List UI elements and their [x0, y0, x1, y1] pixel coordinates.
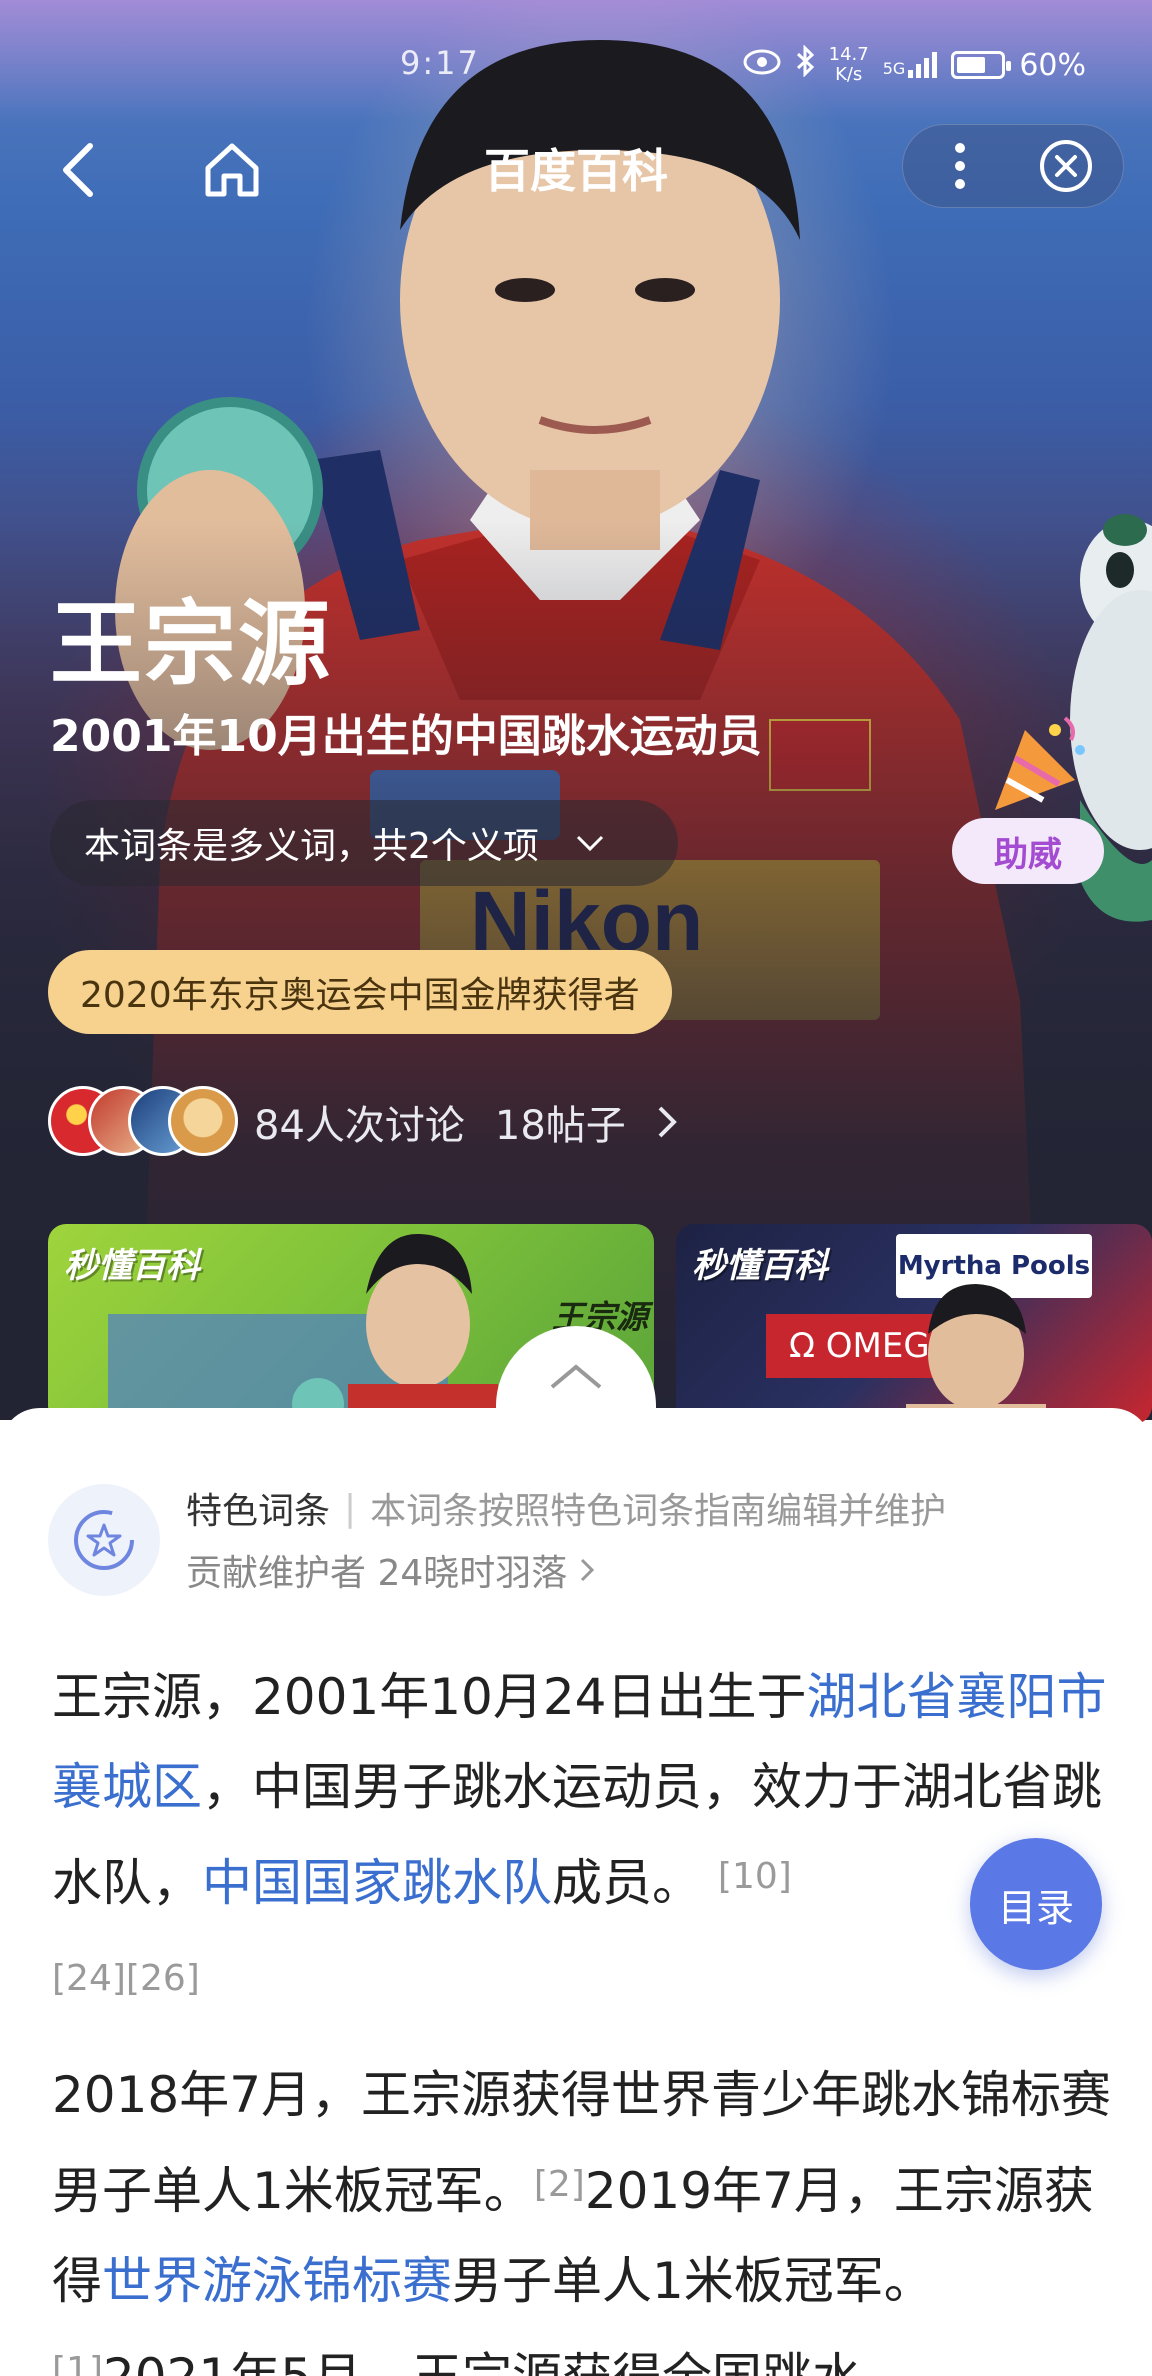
network-speed: 14.7 K/s	[828, 44, 869, 85]
cheer-button[interactable]: 助威	[952, 818, 1104, 884]
more-button[interactable]	[930, 128, 990, 204]
posts-count: 18帖子	[494, 1103, 626, 1149]
featured-entry-info: 特色词条 | 本词条按照特色词条指南编辑并维护	[186, 1482, 946, 1534]
signal-icon: 5G	[883, 52, 938, 78]
status-bar: 14.7 K/s 5G 60%	[743, 40, 1086, 90]
battery-icon	[951, 51, 1012, 79]
summary-paragraph: 王宗源，2001年10月24日出生于湖北省襄阳市襄城区，中国男子跳水运动员，效力…	[52, 1652, 1112, 2024]
divider: |	[344, 1487, 357, 1529]
chevron-up-icon	[550, 1364, 602, 1389]
polysemy-selector[interactable]: 本词条是多义词，共2个义项	[50, 800, 678, 886]
featured-label: 特色词条	[186, 1491, 331, 1532]
party-popper-icon	[995, 716, 1085, 810]
link-national-diving-team[interactable]: 中国国家跳水队	[202, 1854, 552, 1912]
contributor-link[interactable]: 贡献维护者 24晓时羽落	[186, 1544, 595, 1596]
more-vertical-icon	[955, 143, 965, 189]
polysemy-label: 本词条是多义词，共2个义项	[84, 826, 539, 867]
chevron-down-icon	[576, 835, 603, 852]
reference-link[interactable]: [10]	[718, 1856, 792, 1897]
close-circle-icon	[1040, 140, 1092, 192]
reference-link[interactable]: [26]	[126, 1958, 200, 1999]
featured-entry-icon	[48, 1484, 160, 1596]
contributor-text: 贡献维护者 24晓时羽落	[186, 1553, 568, 1594]
toc-button[interactable]: 目录	[970, 1838, 1102, 1970]
bluetooth-icon	[795, 44, 815, 85]
avatar	[168, 1086, 238, 1156]
eye-icon	[743, 48, 781, 83]
video-thumbnail	[906, 1284, 1046, 1424]
text-span: 成员。	[552, 1854, 702, 1912]
video-card[interactable]: 秒懂百科 Myrtha Pools Ω OMEGA	[676, 1224, 1152, 1424]
text-span: 王宗源，2001年10月24日出生于	[52, 1668, 807, 1726]
entry-subtitle: 2001年10月出生的中国跳水运动员	[50, 711, 762, 762]
featured-description: 本词条按照特色词条指南编辑并维护	[370, 1491, 947, 1532]
career-paragraph: 2018年7月，王宗源获得世界青少年跳水锦标赛男子单人1米板冠军。[2]2019…	[52, 2050, 1112, 2376]
status-time: 9:17	[400, 44, 480, 82]
star-badge-icon	[74, 1510, 134, 1570]
link-world-championships[interactable]: 世界游泳锦标赛	[102, 2252, 452, 2310]
discussion-row[interactable]: 84人次讨论 18帖子	[48, 1082, 678, 1162]
chevron-right-icon	[658, 1106, 677, 1138]
chevron-right-icon	[581, 1558, 595, 1582]
reference-link[interactable]: [1]	[52, 2350, 103, 2376]
avatar-stack	[48, 1084, 238, 1160]
discussion-count: 84人次讨论	[254, 1103, 465, 1149]
reference-link[interactable]: [24]	[52, 1958, 126, 1999]
achievement-badge[interactable]: 2020年东京奥运会中国金牌获得者	[48, 950, 672, 1034]
close-button[interactable]	[1036, 136, 1096, 196]
entry-title: 王宗源	[50, 591, 333, 698]
reference-link[interactable]: [2]	[534, 2164, 585, 2205]
text-span: 男子单人1米板冠军。	[452, 2252, 934, 2310]
battery-percent: 60%	[1019, 47, 1086, 83]
text-span: 2021年5月，王宗源获得全国跳水	[103, 2348, 862, 2376]
